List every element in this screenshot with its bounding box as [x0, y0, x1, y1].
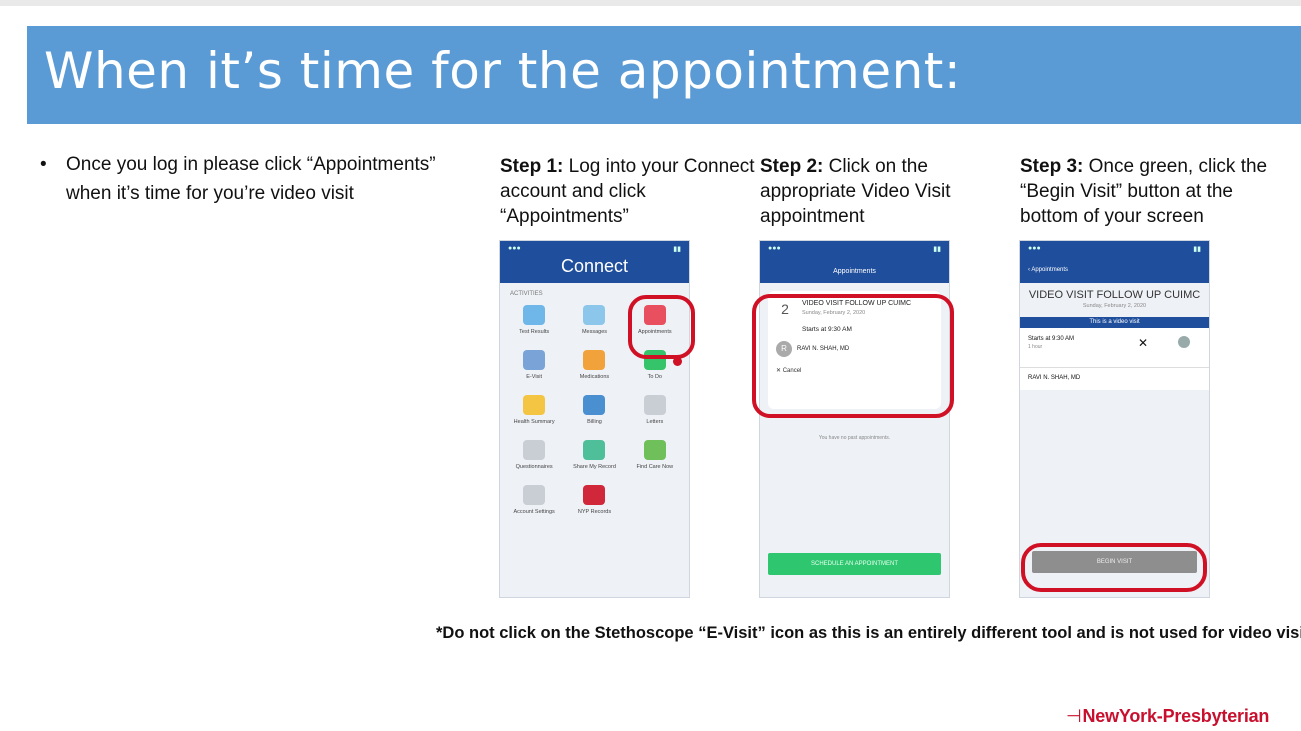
activity-label: Medications — [579, 374, 610, 380]
activity-label: Account Settings — [513, 509, 555, 515]
activity-icon — [583, 485, 606, 505]
footnote: *Do not click on the Stethoscope “E-Visi… — [436, 624, 1301, 642]
slide-title: When it’s time for the appointment: — [44, 42, 962, 100]
bullet-dot: • — [40, 154, 47, 175]
activity-icon — [523, 395, 546, 415]
phone-header: ●●● ▮▮ Connect — [500, 241, 689, 283]
activity-tile[interactable]: Find Care Now — [625, 440, 685, 471]
logo-text: NewYork-Presbyterian — [1082, 706, 1270, 726]
activity-tile[interactable]: Letters — [625, 395, 685, 426]
schedule-appointment-button[interactable]: SCHEDULE AN APPOINTMENT — [768, 553, 941, 575]
activity-icon — [523, 305, 546, 325]
logo-mark-icon: ⊣ — [1066, 706, 1082, 726]
activity-label: Letters — [646, 419, 664, 425]
activity-tile[interactable]: Billing — [564, 395, 624, 426]
activity-tile[interactable]: Messages — [564, 305, 624, 336]
activity-tile[interactable]: Health Summary — [504, 395, 564, 426]
status-bar: ●●● ▮▮ — [1028, 245, 1201, 253]
title-band: When it’s time for the appointment: — [27, 26, 1301, 124]
phone-header: ●●● ▮▮ Appointments — [760, 241, 949, 283]
activity-label: Health Summary — [513, 419, 555, 425]
activity-tile[interactable]: Test Results — [504, 305, 564, 336]
step-2-label: Step 2: — [760, 156, 824, 177]
video-visit-banner: This is a video visit — [1020, 317, 1209, 328]
activity-label: Questionnaires — [515, 464, 553, 470]
step-3-label: Step 3: — [1020, 156, 1084, 177]
activity-label: Test Results — [519, 329, 550, 335]
activity-label: E-Visit — [526, 374, 543, 380]
activity-label: To Do — [647, 374, 662, 380]
activity-icon — [583, 395, 606, 415]
visit-title: VIDEO VISIT FOLLOW UP CUIMC — [1028, 289, 1201, 301]
activity-tile[interactable]: NYP Records — [564, 485, 624, 516]
visit-provider: RAVI N. SHAH, MD — [1020, 368, 1209, 390]
step-1-caption: Step 1: Log into your Connect account an… — [500, 154, 760, 229]
activity-icon — [643, 440, 666, 460]
activity-label: Billing — [587, 419, 602, 425]
activity-label: Messages — [581, 329, 608, 335]
bullet-text: Once you log in please click “Appointmen… — [66, 154, 436, 204]
activity-tile[interactable]: E-Visit — [504, 350, 564, 381]
step-2-caption: Step 2: Click on the appropriate Video V… — [760, 154, 1020, 229]
activity-icon — [583, 440, 606, 460]
status-bar: ●●● ▮▮ — [508, 245, 681, 253]
activity-icon — [583, 350, 606, 370]
visit-start: Starts at 9:30 AM — [1028, 336, 1075, 342]
step-1-label: Step 1: — [500, 156, 564, 177]
activity-icon — [523, 485, 546, 505]
back-label: Appointments — [1031, 267, 1069, 273]
visit-time-row: Starts at 9:30 AM 1 hour ✕ — [1020, 328, 1209, 368]
highlight-ring-appointment-card — [752, 294, 954, 418]
activity-tile[interactable]: Medications — [564, 350, 624, 381]
back-link[interactable]: ‹ Appointments — [1028, 267, 1068, 273]
activity-tile[interactable]: Share My Record — [564, 440, 624, 471]
activity-tile[interactable]: Questionnaires — [504, 440, 564, 471]
step-3-caption: Step 3: Once green, click the “Begin Vis… — [1020, 154, 1280, 229]
newyork-presbyterian-logo: ⊣NewYork-Presbyterian — [1066, 706, 1269, 727]
cancel-icon[interactable]: ✕ — [1138, 336, 1148, 350]
bullet-instruction: • Once you log in please click “Appointm… — [40, 150, 440, 208]
visit-date: Sunday, February 2, 2020 — [1082, 303, 1147, 309]
phone-screenshot-connect: ●●● ▮▮ Connect ACTIVITIES Test Results Mes… — [499, 240, 690, 598]
activity-label: NYP Records — [577, 509, 612, 515]
highlight-ring-begin-visit — [1021, 543, 1207, 592]
notification-badge — [673, 357, 682, 366]
calendar-icon[interactable] — [1178, 336, 1190, 348]
activity-icon — [583, 305, 606, 325]
visit-duration: 1 hour — [1028, 344, 1043, 350]
activity-label: Share My Record — [573, 464, 616, 470]
activity-icon — [523, 350, 546, 370]
empty-note: You have no past appointments. — [818, 435, 891, 441]
screen-title: Appointments — [833, 268, 876, 275]
status-bar: ●●● ▮▮ — [768, 245, 941, 253]
activity-tile[interactable]: Account Settings — [504, 485, 564, 516]
activity-label: Find Care Now — [636, 464, 674, 470]
activity-icon — [523, 440, 546, 460]
app-title: Connect — [560, 256, 629, 276]
slide: When it’s time for the appointment: • On… — [0, 0, 1301, 731]
phone-header: ●●● ▮▮ ‹ Appointments — [1020, 241, 1209, 283]
highlight-ring-appointments — [628, 295, 695, 359]
activity-icon — [643, 395, 666, 415]
